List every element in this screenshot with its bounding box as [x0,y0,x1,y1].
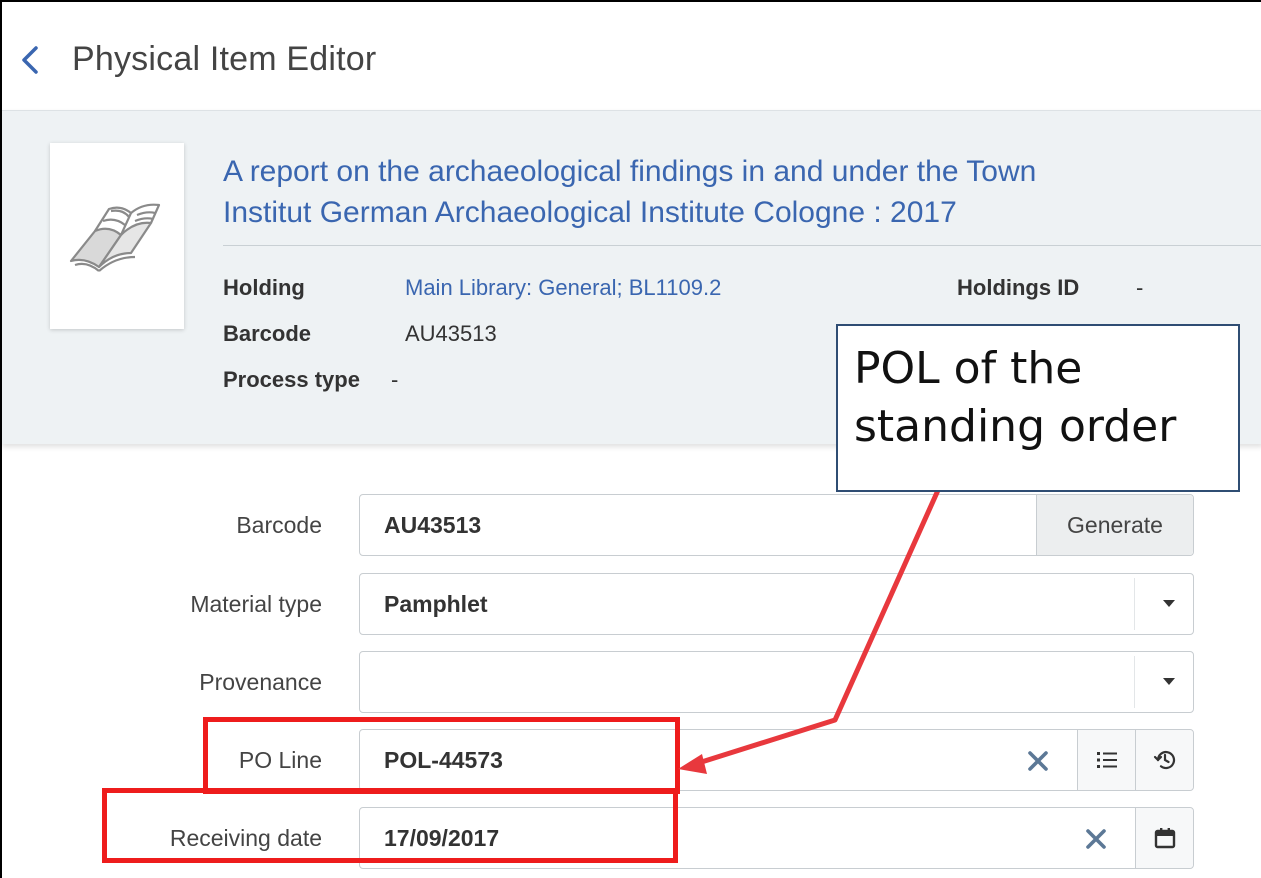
record-title-line1: A report on the archaeological findings … [223,155,1037,188]
screenshot-frame: Physical Item Editor A report on the arc… [0,0,1261,878]
process-type-value: - [391,367,399,392]
barcode-input[interactable]: AU43513 [384,495,481,555]
calendar-button[interactable] [1135,808,1193,868]
summary-divider [223,245,1261,246]
record-title-line2: Institut German Archaeological Institute… [223,196,957,229]
holding-label: Holding [223,275,305,300]
holdings-id-label: Holdings ID [957,275,1080,300]
holdings-id-value: - [1136,275,1144,300]
callout-line2: standing order [854,401,1177,452]
provenance-select[interactable] [359,651,1194,713]
page-header: Physical Item Editor [2,2,1261,110]
chevron-down-icon[interactable] [1163,678,1175,685]
close-icon [1086,829,1106,849]
generate-button[interactable]: Generate [1036,495,1193,555]
dropdown-divider [1134,578,1135,630]
barcode-field[interactable]: AU43513 Generate [359,494,1194,556]
dropdown-divider [1134,656,1135,708]
barcode-label: Barcode [236,512,322,538]
material-type-select[interactable]: Pamphlet [359,573,1194,635]
open-book-icon [69,203,161,272]
material-type-value: Pamphlet [384,591,488,617]
process-type-label: Process type [223,367,360,392]
chevron-left-icon [22,46,38,74]
history-icon [1153,751,1176,770]
provenance-label: Provenance [199,669,322,695]
po-line-history-button[interactable] [1135,730,1193,790]
page-title: Physical Item Editor [72,40,377,78]
po-line-highlight-box [203,717,680,794]
record-thumbnail [50,143,184,329]
callout-line1: POL of the [854,343,1083,394]
clear-receiving-date-button[interactable] [1077,808,1117,868]
annotation-callout: POL of the standing order [836,324,1240,492]
po-line-list-button[interactable] [1077,730,1135,790]
holding-link[interactable]: Main Library: General; BL1109.2 [405,275,721,301]
calendar-icon [1154,828,1176,849]
barcode-meta-value: AU43513 [405,321,497,346]
clear-po-line-button[interactable] [1019,730,1059,790]
close-icon [1028,751,1048,771]
chevron-down-icon[interactable] [1163,600,1175,607]
material-type-label: Material type [190,591,322,617]
receiving-date-highlight-box [102,788,678,863]
barcode-meta-label: Barcode [223,321,312,346]
record-title[interactable]: A report on the archaeological findings … [223,151,1261,233]
back-button[interactable] [16,40,44,80]
list-icon [1097,752,1117,768]
